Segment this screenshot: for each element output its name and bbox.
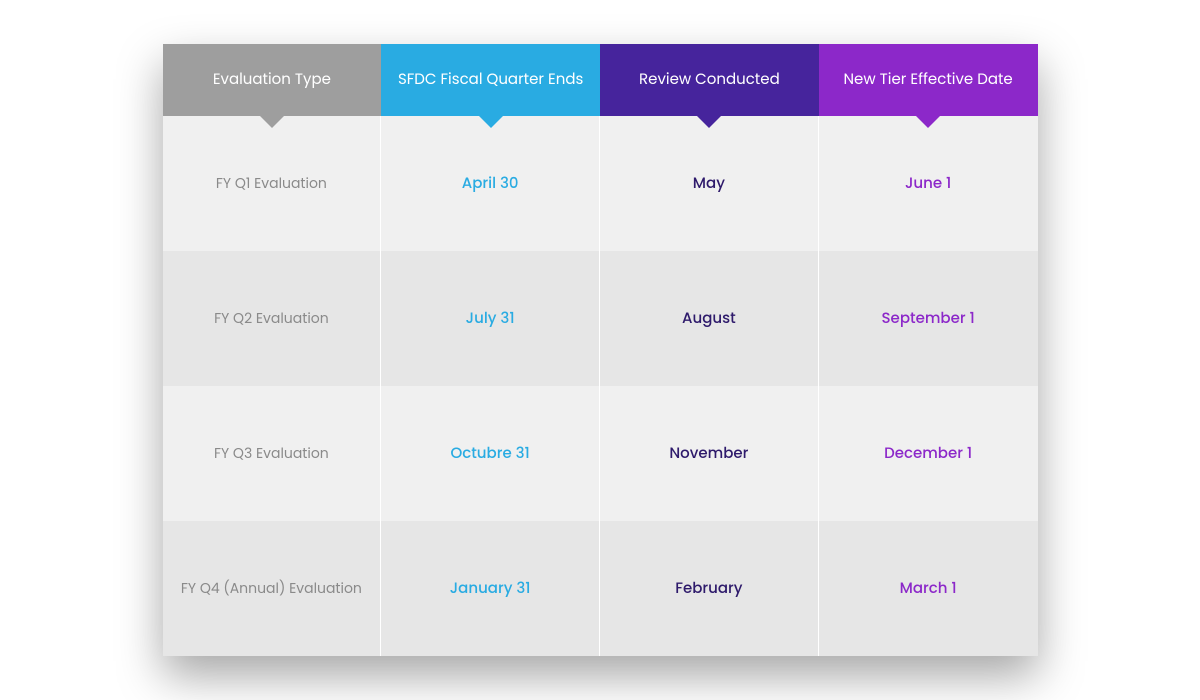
cell-evaluation-type: FY Q1 Evaluation: [163, 116, 382, 251]
cell-evaluation-type: FY Q2 Evaluation: [163, 251, 382, 386]
cell-review-conducted: May: [600, 116, 819, 251]
cell-fiscal-quarter-ends: April 30: [381, 116, 600, 251]
evaluation-schedule-table: Evaluation Type SFDC Fiscal Quarter Ends…: [163, 44, 1038, 656]
cell-effective-date: June 1: [819, 116, 1038, 251]
header-effective-date: New Tier Effective Date: [819, 44, 1038, 116]
cell-evaluation-type: FY Q4 (Annual) Evaluation: [163, 521, 382, 656]
cell-fiscal-quarter-ends: Octubre 31: [381, 386, 600, 521]
cell-effective-date: December 1: [819, 386, 1038, 521]
header-evaluation-type: Evaluation Type: [163, 44, 382, 116]
cell-fiscal-quarter-ends: January 31: [381, 521, 600, 656]
cell-effective-date: March 1: [819, 521, 1038, 656]
cell-review-conducted: February: [600, 521, 819, 656]
header-review-conducted: Review Conducted: [600, 44, 819, 116]
cell-effective-date: September 1: [819, 251, 1038, 386]
cell-evaluation-type: FY Q3 Evaluation: [163, 386, 382, 521]
header-fiscal-quarter-ends: SFDC Fiscal Quarter Ends: [381, 44, 600, 116]
cell-review-conducted: August: [600, 251, 819, 386]
table-grid: Evaluation Type SFDC Fiscal Quarter Ends…: [163, 44, 1038, 656]
cell-fiscal-quarter-ends: July 31: [381, 251, 600, 386]
cell-review-conducted: November: [600, 386, 819, 521]
